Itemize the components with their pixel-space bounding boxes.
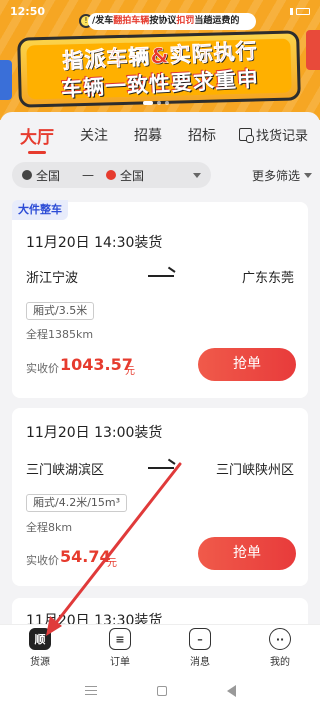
origin-city: 三门峡湖滨区 <box>26 463 105 478</box>
nav-label: 货源 <box>30 657 50 668</box>
origin-label: 全国 <box>36 168 61 183</box>
recent-apps-icon[interactable] <box>84 686 97 695</box>
cargo-card[interactable]: 大件整车 11月20日 14:30装货 浙江宁波 广东东莞 厢式/3.5米 全程… <box>12 200 308 398</box>
bottom-nav: 顺 货源 ≡ 订单 – 消息 ·· 我的 <box>0 624 320 670</box>
home-icon[interactable] <box>156 685 167 696</box>
loading-date: 11月20日 13:30装货 <box>26 613 163 624</box>
loading-date: 11月20日 13:00装货 <box>26 425 163 441</box>
chevron-down-icon <box>304 172 312 178</box>
filter-row: 全国 — 全国 更多筛选 <box>12 162 312 188</box>
destination-city: 广东东莞 <box>241 271 294 286</box>
signal-icon <box>290 7 293 15</box>
promo-banner[interactable]: 12:50 ! /发车翻拍车辆按协议扣罚当趟运费的 指派车辆&实际执行 车辆一致… <box>0 0 320 120</box>
destination-city: 三门峡陕州区 <box>215 463 294 478</box>
tab-bidding[interactable]: 招标 <box>188 125 216 145</box>
distance: 全程1385km <box>26 328 94 341</box>
destination-pin-icon <box>106 170 117 180</box>
loading-date: 11月20日 14:30装货 <box>26 235 163 251</box>
main-panel: 大厅 关注 招募 招标 找货记录 全国 — 全国 更多筛选 大件整车 11月20… <box>0 112 320 624</box>
cargo-card[interactable]: 11月20日 13:30装货 <box>12 598 308 624</box>
price-value: 1043.57 <box>60 355 133 374</box>
route-filter[interactable]: 全国 — 全国 <box>12 162 211 188</box>
carousel-dot <box>165 101 169 105</box>
price-unit: 元 <box>107 558 117 569</box>
origin-city: 浙江宁波 <box>26 271 79 286</box>
vehicle-spec: 厢式/4.2米/15m³ <box>26 494 128 512</box>
tab-hall[interactable]: 大厅 <box>20 123 54 154</box>
nav-messages[interactable]: – 消息 <box>160 625 240 670</box>
grab-order-button[interactable]: 抢单 <box>198 537 296 570</box>
carousel-dot <box>157 101 161 105</box>
tab-recruit[interactable]: 招募 <box>134 125 162 145</box>
message-icon: – <box>189 628 211 650</box>
price-value: 54.74 <box>60 547 111 566</box>
price-unit: 元 <box>125 366 135 377</box>
nav-label: 订单 <box>110 657 130 668</box>
cargo-card[interactable]: 11月20日 13:00装货 三门峡湖滨区 三门峡陕州区 厢式/4.2米/15m… <box>12 408 308 586</box>
order-icon: ≡ <box>109 628 131 650</box>
price-label: 实收价 <box>26 362 59 375</box>
history-label: 找货记录 <box>255 129 308 144</box>
carousel-dot <box>143 101 153 105</box>
chevron-down-icon <box>193 172 201 178</box>
nav-label: 消息 <box>190 657 210 668</box>
history-icon <box>238 128 254 143</box>
price-label: 实收价 <box>26 554 59 567</box>
nav-label: 我的 <box>270 657 290 668</box>
nav-orders[interactable]: ≡ 订单 <box>80 625 160 670</box>
origin-pin-icon <box>22 170 32 180</box>
carousel-dots <box>143 101 169 105</box>
tab-follow[interactable]: 关注 <box>80 125 108 145</box>
back-icon[interactable] <box>226 684 236 697</box>
battery-icon <box>296 7 310 15</box>
nav-profile[interactable]: ·· 我的 <box>240 625 320 670</box>
history-button[interactable]: 找货记录 <box>238 125 308 144</box>
cargo-type-badge: 大件整车 <box>12 200 68 220</box>
status-icons <box>290 7 310 15</box>
destination-label: 全国 <box>120 168 145 183</box>
route-arrow-icon <box>148 467 174 469</box>
route-dash: — <box>82 168 95 182</box>
banner-decoration <box>306 30 320 70</box>
status-time: 12:50 <box>10 4 46 18</box>
banner-decoration <box>0 60 12 100</box>
nav-cargo[interactable]: 顺 货源 <box>0 625 80 670</box>
profile-icon: ·· <box>269 628 291 650</box>
more-filters-label: 更多筛选 <box>251 168 300 183</box>
distance: 全程8km <box>26 521 73 534</box>
grab-order-button[interactable]: 抢单 <box>198 348 296 381</box>
cargo-icon: 顺 <box>29 628 51 650</box>
system-nav-bar <box>0 670 320 711</box>
route-arrow-icon <box>148 275 174 277</box>
more-filters-button[interactable]: 更多筛选 <box>252 167 312 184</box>
status-bar: 12:50 <box>0 0 320 22</box>
vehicle-spec: 厢式/3.5米 <box>26 302 95 320</box>
